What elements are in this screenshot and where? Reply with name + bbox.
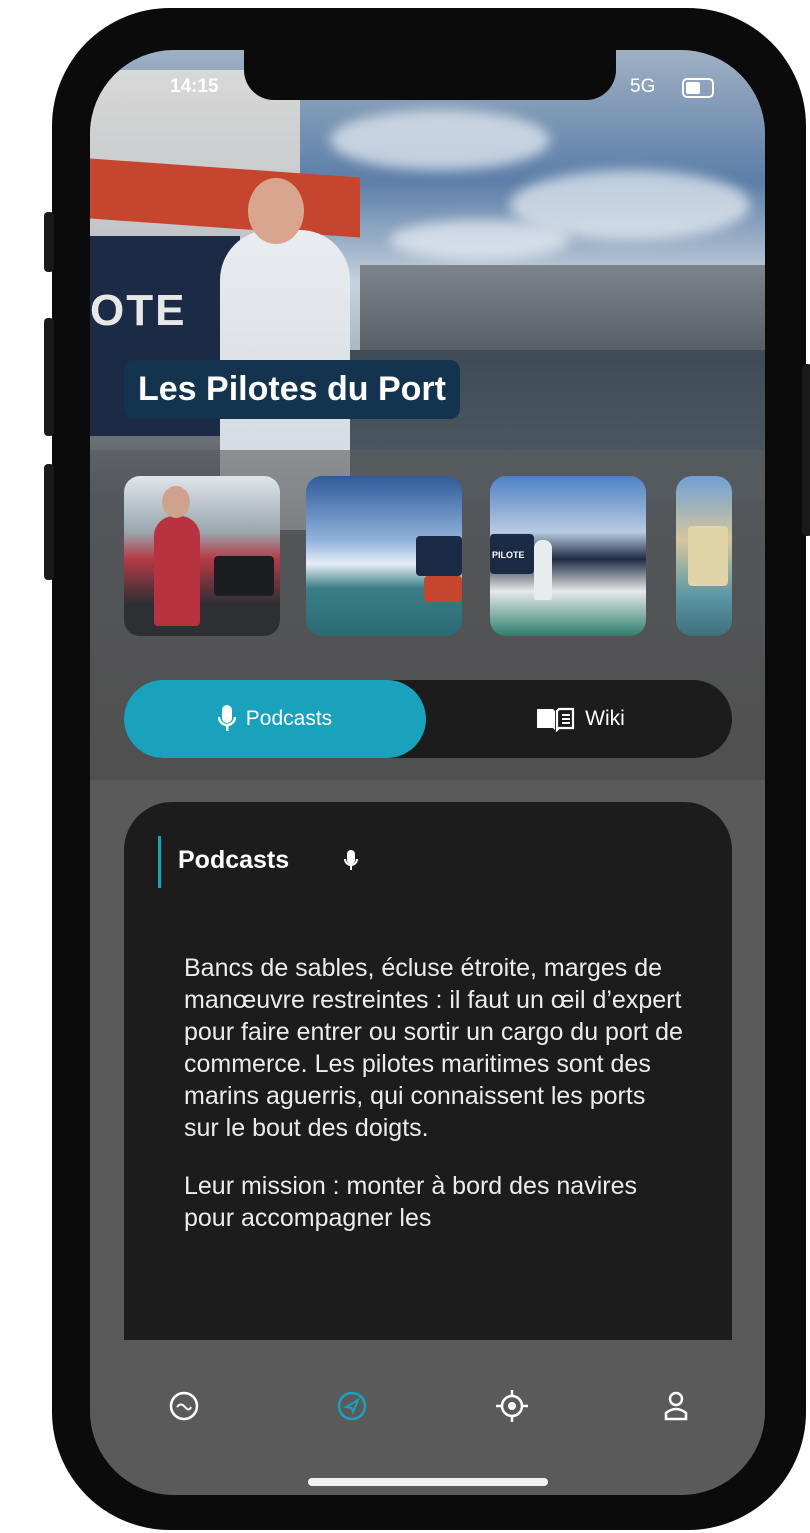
status-network: 5G (630, 76, 656, 97)
power-button (802, 364, 810, 536)
tab-podcasts-label: Podcasts (245, 707, 333, 730)
tab-wiki[interactable]: Wiki (428, 680, 732, 758)
home-indicator[interactable] (308, 1478, 548, 1486)
boat-lettering: OTE (90, 286, 187, 335)
section-tabs: Podcasts Wiki (124, 680, 732, 758)
target-location-icon (495, 1389, 529, 1428)
gallery-thumb-3[interactable]: PILOTE (490, 476, 646, 636)
nav-home[interactable] (164, 1388, 204, 1428)
section-description: Bancs de sables, écluse étroite, marges … (184, 952, 684, 1260)
microphone-icon (344, 850, 358, 877)
status-time: 14:15 (170, 76, 219, 97)
section-accent-line (158, 836, 161, 888)
status-bar: 14:15 5G (90, 76, 765, 106)
tab-wiki-label: Wiki (585, 707, 625, 730)
thumb-lettering: PILOTE (492, 550, 525, 560)
user-icon (664, 1391, 688, 1426)
gallery-thumb-1[interactable] (124, 476, 280, 636)
description-paragraph-2: Leur mission : monter à bord des navires… (184, 1172, 637, 1232)
page-title: Les Pilotes du Port (124, 360, 460, 419)
book-icon (535, 706, 575, 732)
description-paragraph-1: Bancs de sables, écluse étroite, marges … (184, 954, 683, 1142)
nav-explore[interactable] (332, 1388, 372, 1428)
bottom-nav (90, 1340, 765, 1495)
app-screen: OTE 14:15 5G Les Pilotes du Port PILOTE (90, 50, 765, 1495)
nav-profile[interactable] (656, 1388, 696, 1428)
photo-gallery[interactable]: PILOTE (124, 476, 732, 638)
nav-location[interactable] (492, 1388, 532, 1428)
gallery-thumb-2[interactable] (306, 476, 462, 636)
battery-icon (682, 78, 714, 98)
mute-switch (44, 212, 54, 272)
compass-icon (336, 1390, 368, 1427)
gallery-thumb-4[interactable] (676, 476, 732, 636)
microphone-icon (217, 705, 236, 733)
section-title: Podcasts (178, 846, 290, 874)
logo-badge-icon (168, 1390, 200, 1427)
volume-down-button (44, 464, 54, 580)
volume-up-button (44, 318, 54, 436)
tab-podcasts[interactable]: Podcasts (124, 680, 426, 758)
podcasts-card: Podcasts Bancs de sables, écluse étroite… (124, 802, 732, 1362)
